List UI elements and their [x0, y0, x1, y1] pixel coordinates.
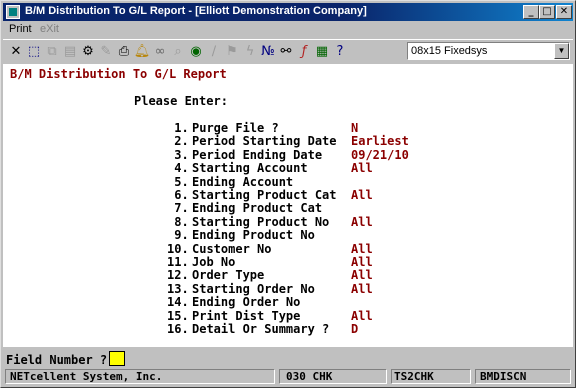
app-icon[interactable] [6, 5, 20, 19]
toolbar: ✕ ⬚ ⧉ ▤ ⚙ ✎ ⎙ 🔔︎ ∞ ⌕ ◉ ∕ ⚑ ϟ № ⚯ ƒ ▦ ? 0… [3, 39, 573, 65]
field-number: 16. [167, 322, 189, 336]
field-label: Customer No [192, 241, 272, 256]
menu-exit[interactable]: eXit [40, 23, 59, 35]
field-label: Starting Product Cat [192, 188, 337, 202]
prompt-label: Please Enter: [134, 94, 228, 108]
field-number: 12. [167, 268, 189, 283]
link-icon[interactable]: ⚯ [277, 43, 295, 61]
copy-icon[interactable]: ⧉ [43, 43, 61, 61]
field-number: 13. [167, 281, 189, 296]
edit-icon[interactable]: ✎ [97, 43, 115, 61]
field-number: 15. [167, 308, 189, 323]
paste-icon[interactable]: ▤ [61, 43, 79, 61]
status-program: BMDISCN [475, 369, 571, 384]
field-value[interactable]: All [351, 162, 373, 175]
field-number: 11. [167, 255, 189, 269]
field-value[interactable]: Earliest [351, 135, 409, 148]
pen-icon[interactable]: ∕ [205, 43, 223, 61]
status-terminal: TS2CHK [391, 369, 471, 384]
minimize-button[interactable]: _ [523, 5, 539, 19]
settings-icon[interactable]: ⚙ [79, 43, 97, 61]
report-title: B/M Distribution To G/L Report [10, 67, 227, 81]
field-label: Order Type [192, 268, 265, 283]
field-value[interactable]: D [351, 323, 358, 336]
field-value[interactable]: All [351, 256, 373, 269]
function-icon[interactable]: ƒ [295, 43, 313, 61]
calculator-icon[interactable]: ▦ [313, 43, 331, 61]
field-value[interactable]: All [351, 215, 373, 229]
field-label: Period Ending Date [192, 147, 323, 162]
field-value[interactable]: All [351, 309, 373, 323]
field-number: 10. [167, 241, 189, 256]
field-label: Detail Or Summary ? [192, 322, 330, 336]
field-number: 5. [167, 174, 189, 189]
globe-icon[interactable]: ◉ [187, 43, 205, 61]
window-title: B/M Distribution To G/L Report - [Elliot… [25, 5, 367, 17]
number-icon[interactable]: № [259, 43, 277, 61]
field-number: 3. [167, 147, 189, 162]
lightning-icon[interactable]: ϟ [241, 43, 259, 61]
field-label: Ending Product No [192, 228, 315, 243]
field-label: Purge File ? [192, 121, 279, 135]
field-label: Starting Product No [192, 214, 330, 229]
font-select[interactable]: 08x15 Fixedsys ▼ [407, 42, 570, 60]
field-label: Starting Order No [192, 281, 315, 296]
status-bar: NETcellent System, Inc. 030 CHK TS2CHK B… [3, 368, 573, 386]
report-screen: B/M Distribution To G/L Report Please En… [3, 64, 573, 347]
field-label: Job No [192, 255, 236, 269]
field-value[interactable]: N [351, 122, 358, 135]
field-value[interactable]: All [351, 189, 373, 202]
maximize-button[interactable]: □ [539, 5, 555, 19]
status-company: NETcellent System, Inc. [5, 369, 275, 384]
field-label: Print Dist Type [192, 308, 301, 323]
print-icon[interactable]: ⎙ [115, 43, 133, 61]
flag-icon[interactable]: ⚑ [223, 43, 241, 61]
field-number-input[interactable] [109, 351, 126, 366]
status-checks: 030 CHK [279, 369, 387, 384]
field-number: 7. [167, 201, 189, 216]
title-bar[interactable]: B/M Distribution To G/L Report - [Elliot… [3, 3, 573, 21]
chevron-down-icon[interactable]: ▼ [554, 43, 569, 59]
field-number: 9. [167, 228, 189, 243]
app-window: B/M Distribution To G/L Report - [Elliot… [0, 0, 576, 388]
field-value[interactable]: 09/21/10 [351, 148, 409, 162]
select-icon[interactable]: ⬚ [25, 43, 43, 61]
bell-icon[interactable]: 🔔︎ [133, 43, 151, 61]
close-x-icon[interactable]: ✕ [7, 43, 25, 61]
field-number: 4. [167, 161, 189, 176]
field-number: 8. [167, 214, 189, 229]
field-value[interactable]: All [351, 269, 373, 282]
close-button[interactable]: ✕ [556, 5, 572, 19]
field-value[interactable]: All [351, 282, 373, 296]
help-icon[interactable]: ? [331, 43, 349, 61]
field-label: Ending Order No [192, 295, 301, 310]
field-number-prompt: Field Number ? [6, 351, 126, 367]
field-number-label: Field Number ? [6, 353, 108, 367]
field-number: 6. [167, 188, 189, 202]
command-line: Field Number ? [3, 347, 573, 367]
font-select-value: 08x15 Fixedsys [411, 45, 488, 57]
field-label: Starting Account [192, 161, 308, 176]
field-value[interactable]: All [351, 242, 373, 256]
menu-bar: Print eXit [3, 22, 573, 38]
field-label: Ending Account [192, 174, 294, 189]
field-number: 1. [167, 121, 189, 135]
find-icon[interactable]: ⌕ [169, 43, 187, 61]
binoculars-icon[interactable]: ∞ [151, 43, 169, 61]
menu-print[interactable]: Print [9, 23, 32, 35]
field-label: Ending Product Cat [192, 201, 323, 216]
field-number: 14. [167, 295, 189, 310]
field-label: Period Starting Date [192, 134, 337, 149]
field-number: 2. [167, 134, 189, 149]
